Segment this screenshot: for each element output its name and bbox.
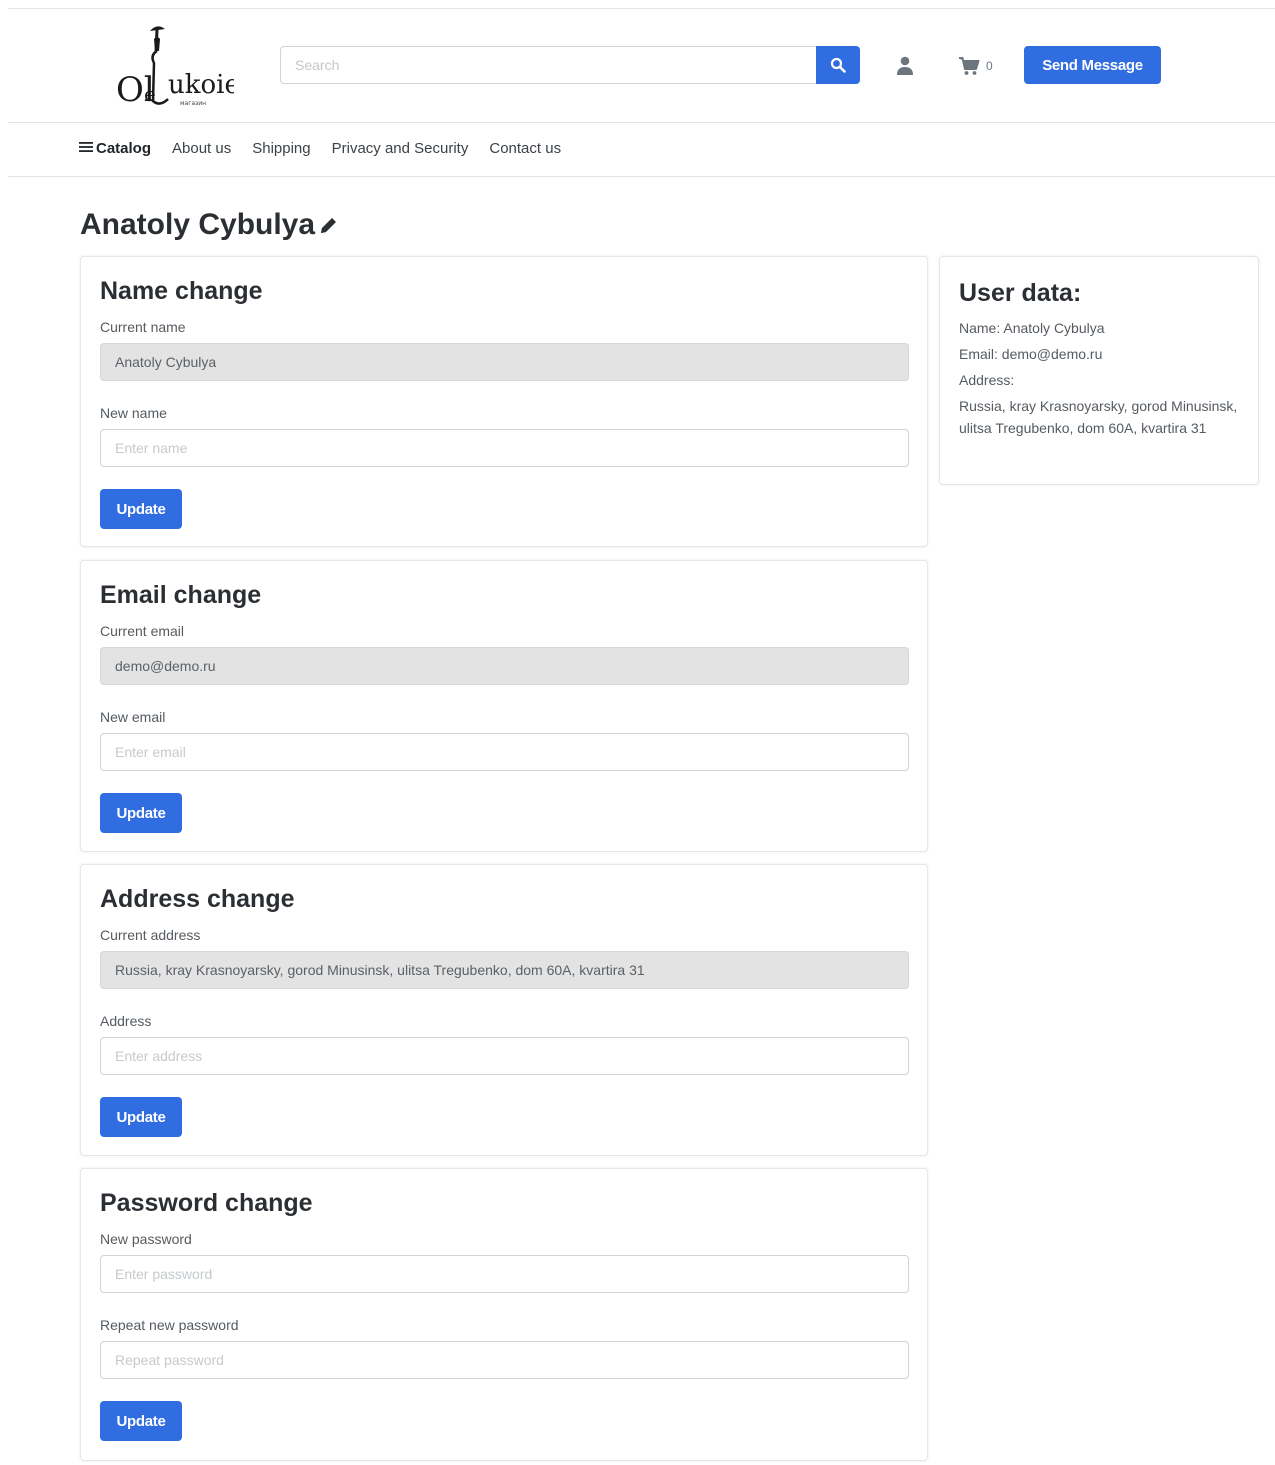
current-email-field: [100, 647, 909, 685]
name-change-title: Name change: [100, 277, 263, 305]
pencil-icon[interactable]: [319, 215, 339, 235]
cart-icon: [959, 57, 980, 75]
user-data-email: Email: demo@demo.ru: [959, 346, 1103, 362]
update-name-button[interactable]: Update: [100, 489, 182, 529]
repeat-password-input[interactable]: [100, 1341, 909, 1379]
logo-graphic: Ol e ukoie магазин: [116, 26, 234, 110]
user-data-title: User data:: [959, 279, 1082, 307]
site-header: Ol e ukoie магазин 0 Send Message: [8, 9, 1275, 123]
new-email-input[interactable]: [100, 733, 909, 771]
current-name-field: [100, 343, 909, 381]
nav-catalog-label: Catalog: [96, 140, 152, 157]
address-change-card: Address change Current address Address U…: [80, 864, 928, 1156]
current-email-label: Current email: [100, 623, 185, 639]
new-password-label: New password: [100, 1231, 192, 1247]
user-icon: [897, 56, 913, 75]
menu-icon: [79, 140, 93, 157]
search-button[interactable]: [816, 46, 860, 84]
site-logo[interactable]: Ol e ukoie магазин: [110, 21, 234, 111]
new-address-label: Address: [100, 1013, 152, 1029]
new-name-label: New name: [100, 405, 167, 421]
new-password-input[interactable]: [100, 1255, 909, 1293]
current-address-field: [100, 951, 909, 989]
address-change-title: Address change: [100, 885, 295, 913]
nav-contact[interactable]: Contact us: [489, 140, 561, 157]
page-title: Anatoly Cybulya: [80, 208, 339, 242]
nav-about[interactable]: About us: [172, 140, 231, 157]
search-bar: [280, 46, 860, 84]
user-data-address-label: Address:: [959, 372, 1015, 388]
user-data-address-value: Russia, kray Krasnoyarsky, gorod Minusin…: [959, 398, 1238, 436]
cart-count: 0: [986, 59, 993, 73]
update-email-button[interactable]: Update: [100, 793, 182, 833]
send-message-button[interactable]: Send Message: [1024, 46, 1161, 84]
account-button[interactable]: [894, 55, 916, 77]
svg-text:e: e: [144, 82, 156, 106]
nav-list: Catalog About us Shipping Privacy and Se…: [79, 140, 582, 157]
new-name-input[interactable]: [100, 429, 909, 467]
update-address-button[interactable]: Update: [100, 1097, 182, 1137]
nav-catalog[interactable]: Catalog: [79, 140, 151, 157]
search-icon: [830, 57, 846, 73]
new-address-input[interactable]: [100, 1037, 909, 1075]
current-address-label: Current address: [100, 927, 201, 943]
svg-text:магазин: магазин: [180, 100, 206, 107]
nav-privacy[interactable]: Privacy and Security: [332, 140, 469, 157]
nav-shipping[interactable]: Shipping: [252, 140, 310, 157]
user-data-name: Name: Anatoly Cybulya: [959, 320, 1105, 336]
password-change-title: Password change: [100, 1189, 313, 1217]
page-title-text: Anatoly Cybulya: [80, 208, 316, 241]
email-change-card: Email change Current email New email Upd…: [80, 560, 928, 852]
password-change-card: Password change New password Repeat new …: [80, 1168, 928, 1461]
new-email-label: New email: [100, 709, 166, 725]
main-nav: Catalog About us Shipping Privacy and Se…: [8, 123, 1275, 177]
update-password-button[interactable]: Update: [100, 1401, 182, 1441]
email-change-title: Email change: [100, 581, 262, 609]
user-data-card: User data: Name: Anatoly Cybulya Email: …: [939, 256, 1259, 485]
name-change-card: Name change Current name New name Update: [80, 256, 928, 547]
cart-button[interactable]: 0: [958, 55, 993, 77]
repeat-password-label: Repeat new password: [100, 1317, 239, 1333]
search-input[interactable]: [280, 46, 816, 84]
svg-text:ukoie: ukoie: [168, 70, 234, 100]
current-name-label: Current name: [100, 319, 186, 335]
